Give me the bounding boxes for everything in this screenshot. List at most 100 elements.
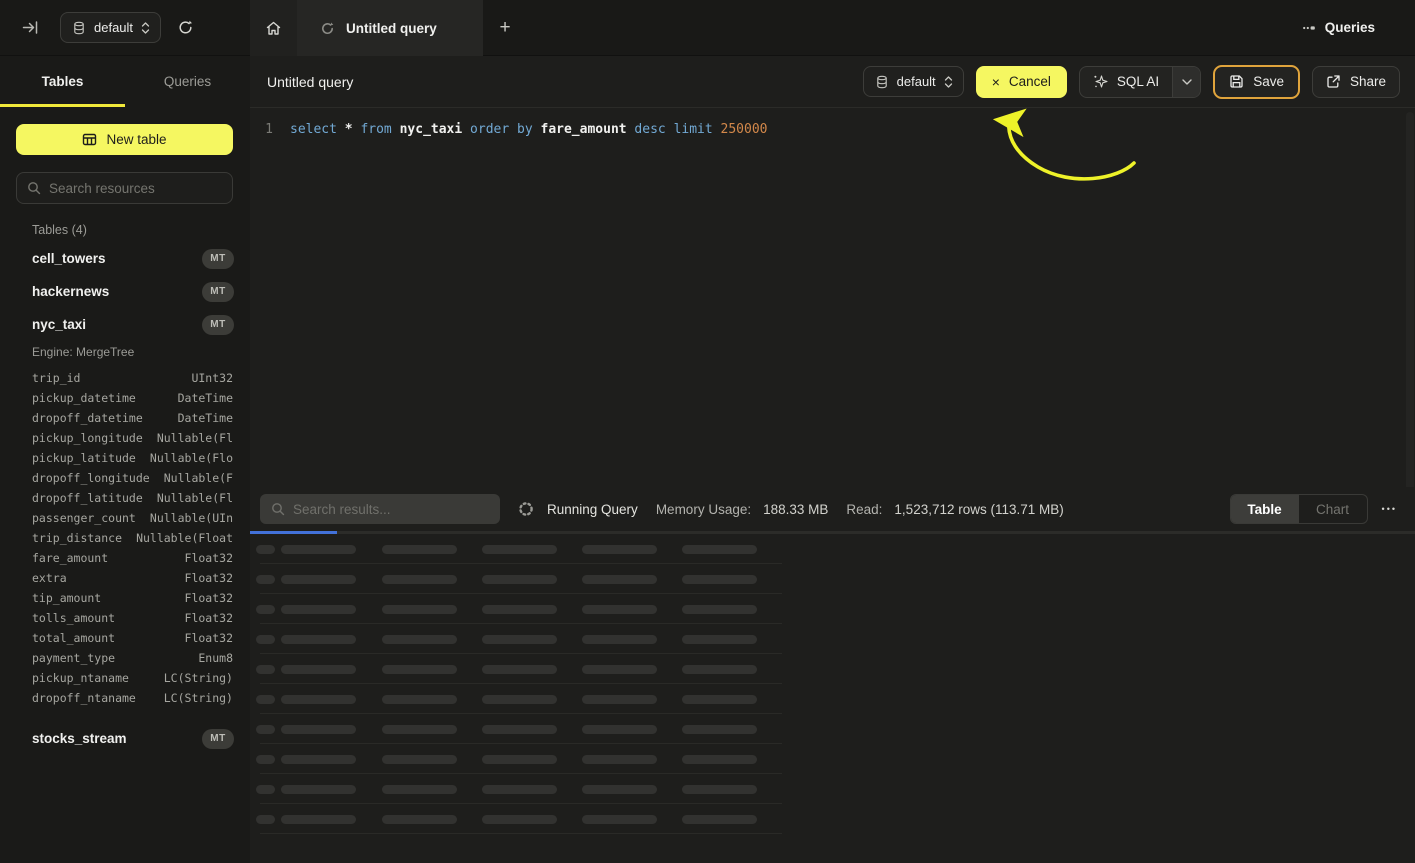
database-selector[interactable]: default [60,12,161,43]
column-row: pickup_ntanameLC(String) [32,668,233,688]
column-row: fare_amountFloat32 [32,548,233,568]
plus-icon: + [499,17,510,39]
sync-icon [320,21,335,36]
skeleton-cell [582,695,657,704]
skeleton-row [250,714,1415,744]
close-icon: × [992,75,1000,89]
sidebar-tab-queries[interactable]: Queries [125,56,250,107]
skeleton-cell [582,635,657,644]
top-bar: default Untitled query + Queries [0,0,1415,56]
code-token [392,122,400,137]
column-row: dropoff_ntanameLC(String) [32,688,233,708]
refresh-button[interactable] [177,19,194,36]
results-search[interactable] [260,494,500,524]
column-name: dropoff_datetime [32,408,143,428]
home-icon [265,20,282,37]
home-button[interactable] [250,0,297,56]
skeleton-cell [281,665,356,674]
skeleton-cell [281,575,356,584]
resource-search[interactable] [16,172,233,204]
resource-search-input[interactable] [49,181,222,196]
skeleton-cell [482,545,557,554]
table-item-nyc-taxi[interactable]: nyc_taxi MT [0,308,250,341]
column-type: LC(String) [164,688,233,708]
column-name: tolls_amount [32,608,115,628]
column-name: tip_amount [32,588,101,608]
skeleton-cell [582,725,657,734]
column-row: pickup_longitudeNullable(Fl [32,428,233,448]
skeleton-row [250,744,1415,774]
skeleton-cell [382,545,457,554]
code-line[interactable]: 1 select * from nyc_taxi order by fare_a… [250,120,1415,140]
skeleton-cell [482,815,557,824]
save-label: Save [1253,74,1284,89]
code-token: fare_amount [541,122,627,137]
cancel-label: Cancel [1009,74,1051,89]
queries-link-label: Queries [1325,20,1375,35]
column-type: Enum8 [198,648,233,668]
skeleton-row [250,594,1415,624]
tab-title: Untitled query [346,21,437,36]
code-token [509,122,517,137]
sql-ai-button[interactable]: SQL AI [1079,66,1201,98]
table-item-hackernews[interactable]: hackernews MT [0,275,250,308]
save-button[interactable]: Save [1213,65,1300,99]
skeleton-cell [682,605,757,614]
results-panel: Running Query Memory Usage: 188.33 MB Re… [250,487,1415,863]
query-database-selector[interactable]: default [863,66,964,97]
code-token [533,122,541,137]
sidebar-tab-tables[interactable]: Tables [0,56,125,107]
column-list: trip_idUInt32pickup_datetimeDateTimedrop… [0,368,250,708]
query-database-value: default [897,74,936,89]
view-toggle-chart[interactable]: Chart [1299,495,1367,523]
skeleton-cell [482,605,557,614]
skeleton-cell [256,575,275,584]
collapse-sidebar-button[interactable] [22,19,39,36]
column-name: passenger_count [32,508,136,528]
results-toolbar: Running Query Memory Usage: 188.33 MB Re… [250,487,1415,531]
column-type: Nullable(Fl [157,488,233,508]
code-token: limit [674,122,713,137]
skeleton-cell [281,605,356,614]
skeleton-cell [682,635,757,644]
queries-link[interactable]: Queries [1302,0,1375,55]
skeleton-cell [582,785,657,794]
column-type: Nullable(Fl [157,428,233,448]
engine-label: Engine: MergeTree [32,345,234,359]
skeleton-cell [482,575,557,584]
more-options-button[interactable]: ••• [1382,504,1397,514]
column-name: dropoff_longitude [32,468,150,488]
column-type: Float32 [185,588,233,608]
column-type: Float32 [185,628,233,648]
view-toggle: Table Chart [1230,494,1368,524]
skeleton-cell [256,695,275,704]
query-status: Running Query [547,502,638,517]
column-type: Float32 [185,608,233,628]
sql-ai-main[interactable]: SQL AI [1080,67,1172,97]
cancel-button[interactable]: × Cancel [976,66,1067,98]
table-item-cell-towers[interactable]: cell_towers MT [0,242,250,275]
code-token: * [345,122,353,137]
sql-ai-dropdown-button[interactable] [1172,67,1200,97]
sql-editor[interactable]: 1 select * from nyc_taxi order by fare_a… [250,109,1415,487]
new-tab-button[interactable]: + [483,0,527,56]
code-content[interactable]: select * from nyc_taxi order by fare_amo… [290,120,768,140]
editor-scrollbar[interactable] [1406,112,1414,524]
skeleton-cell [682,695,757,704]
tables-section-label: Tables (4) [32,223,234,237]
new-table-button[interactable]: New table [16,124,233,155]
skeleton-cell [281,725,356,734]
tab-untitled-query[interactable]: Untitled query [297,0,483,56]
skeleton-cell [582,605,657,614]
skeleton-cell [682,545,757,554]
column-type: LC(String) [164,668,233,688]
results-search-input[interactable] [293,502,489,517]
skeleton-cell [482,695,557,704]
view-toggle-table[interactable]: Table [1231,495,1299,523]
table-name: cell_towers [32,251,106,266]
table-item-stocks-stream[interactable]: stocks_stream MT [0,722,250,755]
skeleton-row [250,654,1415,684]
read-value: 1,523,712 rows (113.71 MB) [894,502,1063,517]
column-type: Nullable(F [164,468,233,488]
share-button[interactable]: Share [1312,66,1400,98]
